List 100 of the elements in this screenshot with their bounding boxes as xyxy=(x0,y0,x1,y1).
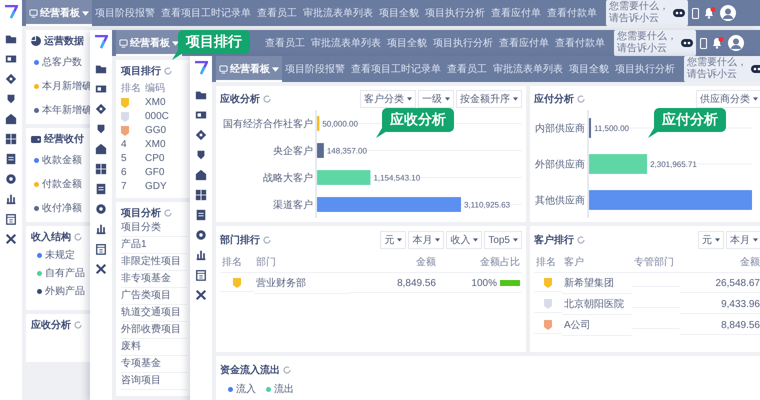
calendar-icon[interactable] xyxy=(195,269,207,281)
cross-icon[interactable] xyxy=(5,233,17,245)
phone-icon[interactable] xyxy=(700,38,707,48)
search-field[interactable]: 您需要什么，请告诉小云 xyxy=(614,30,696,56)
nav-tab[interactable]: 查看员工 xyxy=(444,56,490,82)
filter-dropdown[interactable]: 收入 xyxy=(446,231,482,249)
filter-dropdown[interactable]: 客户分类 xyxy=(360,90,416,108)
grid-icon[interactable] xyxy=(95,163,107,175)
list-item[interactable]: 产品1 xyxy=(121,237,187,254)
bar-chart-icon[interactable] xyxy=(5,193,17,205)
shield-icon[interactable] xyxy=(195,149,207,161)
caret-icon xyxy=(272,66,279,72)
refresh-icon[interactable] xyxy=(74,321,82,329)
nav-tab[interactable]: 查看员工 xyxy=(262,30,308,56)
nav-tab[interactable]: 项目全貌 xyxy=(376,0,422,26)
nav-tab[interactable]: 查看应付单 xyxy=(496,30,552,56)
axis-label: 国有经济合作社客户 xyxy=(223,119,313,130)
nav-tab[interactable]: 审批流表单列表 xyxy=(300,0,376,26)
card-icon[interactable] xyxy=(95,83,107,95)
nav-tab[interactable]: 项目全貌 xyxy=(384,30,430,56)
calendar-icon[interactable] xyxy=(5,213,17,225)
panel-title: 收入结构 xyxy=(31,230,71,244)
list-item[interactable]: 外部收费项目 xyxy=(121,322,187,339)
calendar-icon[interactable] xyxy=(95,243,107,255)
nav-tab[interactable]: 审批流表单列表 xyxy=(490,56,566,82)
caret-icon xyxy=(397,238,402,242)
rank-number: 5 xyxy=(121,152,128,166)
document-icon[interactable] xyxy=(195,209,207,221)
house-icon[interactable] xyxy=(5,113,17,125)
list-item[interactable]: 广告类项目 xyxy=(121,288,187,305)
diamond-icon[interactable] xyxy=(195,129,207,141)
cross-icon[interactable] xyxy=(95,263,107,275)
table-cell: 8,849.56 xyxy=(680,316,760,334)
callout-bubble: 项目排行 xyxy=(178,30,250,54)
cross-icon[interactable] xyxy=(195,289,207,301)
folder-icon[interactable] xyxy=(95,63,107,75)
logo-icon[interactable] xyxy=(4,5,18,19)
document-icon[interactable] xyxy=(5,153,17,165)
avatar-icon[interactable] xyxy=(720,5,736,21)
shield-icon[interactable] xyxy=(95,123,107,135)
list-item[interactable]: 专项基金 xyxy=(121,356,187,373)
card-icon[interactable] xyxy=(5,53,17,65)
list-item[interactable]: 废料 xyxy=(121,339,187,356)
bar-chart-icon[interactable] xyxy=(195,249,207,261)
nav-tab[interactable]: 项目执行分析 xyxy=(612,56,678,82)
filter-dropdown[interactable]: 元 xyxy=(698,231,724,249)
diamond-icon[interactable] xyxy=(95,103,107,115)
search-field[interactable]: 您需要什么，请告诉小云 xyxy=(684,56,760,82)
nav-tab[interactable]: 项目执行分析 xyxy=(430,30,496,56)
legend-label: 未规定 xyxy=(45,248,75,262)
nav-tab[interactable]: 项目执行分析 xyxy=(422,0,488,26)
bell-icon[interactable] xyxy=(703,7,716,19)
refresh-icon[interactable] xyxy=(74,233,82,241)
list-item[interactable]: 非专项基金 xyxy=(121,271,187,288)
nav-tab[interactable]: 项目阶段报警 xyxy=(282,56,348,82)
column-header: 排名 xyxy=(534,252,562,273)
house-icon[interactable] xyxy=(95,143,107,155)
logo-icon[interactable] xyxy=(194,61,208,75)
search-field[interactable]: 您需要什么，请告诉小云 xyxy=(606,0,688,26)
filter-dropdown[interactable]: 供应商分类 xyxy=(696,90,760,108)
logo-icon[interactable] xyxy=(94,35,108,49)
list-item[interactable]: 轨道交通项目 xyxy=(121,305,187,322)
nav-tab[interactable]: 项目全貌 xyxy=(566,56,612,82)
avatar-icon[interactable] xyxy=(728,35,744,51)
phone-icon[interactable] xyxy=(692,8,699,18)
list-item[interactable]: 咨询项目 xyxy=(121,373,187,390)
nav-tab[interactable]: 查看项目工时记录单 xyxy=(348,56,444,82)
bar-chart-icon[interactable] xyxy=(95,223,107,235)
bell-icon[interactable] xyxy=(711,37,724,49)
nav-tab[interactable]: 经营看板 xyxy=(116,30,182,56)
diamond-icon[interactable] xyxy=(5,73,17,85)
nav-tab[interactable]: 查看员工 xyxy=(254,0,300,26)
filter-dropdown[interactable]: Top5 xyxy=(484,231,522,249)
nav-tab[interactable]: 经营看板 xyxy=(216,56,282,82)
nav-tab[interactable]: 审批流表单列表 xyxy=(308,30,384,56)
filter-dropdown[interactable]: 本月 xyxy=(726,231,760,249)
house-icon[interactable] xyxy=(195,169,207,181)
list-item[interactable]: 非限定性项目 xyxy=(121,254,187,271)
nav-tab[interactable]: 经营看板 xyxy=(26,0,92,26)
grid-icon[interactable] xyxy=(195,189,207,201)
nav-tab[interactable]: 查看应付单 xyxy=(488,0,544,26)
table-cell-text: CP0 xyxy=(145,152,166,166)
filter-dropdown[interactable]: 元 xyxy=(380,231,406,249)
shield-icon[interactable] xyxy=(5,93,17,105)
table-cell: 新希望集团 xyxy=(562,273,632,294)
table-cell: 9,433.96 xyxy=(680,296,760,314)
list-item[interactable]: 项目分类 xyxy=(121,220,187,237)
card-icon[interactable] xyxy=(195,109,207,121)
folder-icon[interactable] xyxy=(5,33,17,45)
filter-dropdown[interactable]: 本月 xyxy=(408,231,444,249)
folder-icon[interactable] xyxy=(195,89,207,101)
grid-icon[interactable] xyxy=(5,133,17,145)
document-icon[interactable] xyxy=(95,183,107,195)
nav-tab[interactable]: 项目阶段报警 xyxy=(92,0,158,26)
nav-tab[interactable]: 查看项目工时记录单 xyxy=(158,0,254,26)
filter-dropdown[interactable]: 按金额升序 xyxy=(456,90,522,108)
panel-title: 应收分析 xyxy=(220,92,260,106)
nav-tab[interactable]: 查看付款单 xyxy=(544,0,600,26)
nav-tab[interactable]: 查看付款单 xyxy=(552,30,608,56)
filter-dropdown[interactable]: 一级 xyxy=(418,90,454,108)
